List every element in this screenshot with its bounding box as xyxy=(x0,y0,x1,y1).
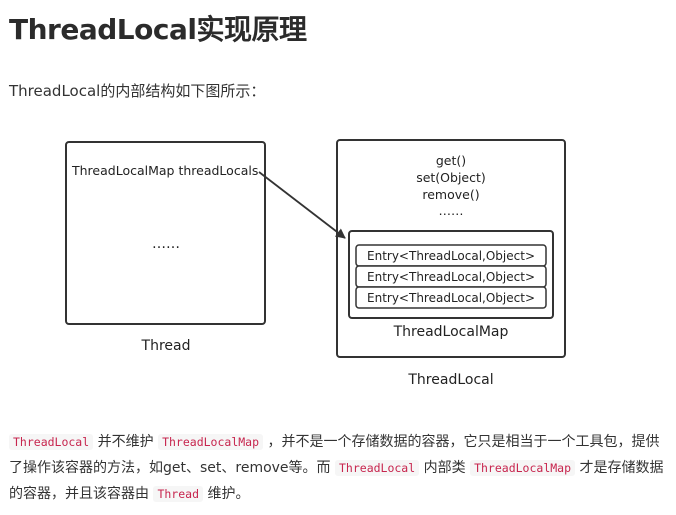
method-ellipsis: …… xyxy=(439,203,464,218)
explanation-paragraph: ThreadLocal 并不维护 ThreadLocalMap ，并不是一个存储… xyxy=(9,429,669,507)
threadlocal-diagram: ThreadLocalMap threadLocals …… Thread ge… xyxy=(65,139,566,388)
inline-code: ThreadLocalMap xyxy=(158,434,264,450)
thread-field-label: ThreadLocalMap threadLocals xyxy=(71,163,258,178)
thread-label: Thread xyxy=(141,338,191,354)
entry-label: Entry<ThreadLocal,Object> xyxy=(367,249,535,263)
method-get: get() xyxy=(436,153,466,168)
reference-arrow xyxy=(258,171,346,239)
paragraph-text: 维护。 xyxy=(203,486,250,502)
threadlocal-label: ThreadLocal xyxy=(407,372,493,388)
entry-label: Entry<ThreadLocal,Object> xyxy=(367,270,535,284)
entry-label: Entry<ThreadLocal,Object> xyxy=(367,291,535,305)
threadlocalmap-label: ThreadLocalMap xyxy=(393,324,509,340)
inline-code: ThreadLocalMap xyxy=(470,460,576,476)
inline-code: Thread xyxy=(153,486,203,502)
inline-code: ThreadLocal xyxy=(9,434,94,450)
method-set: set(Object) xyxy=(416,170,486,185)
thread-ellipsis: …… xyxy=(152,236,180,252)
paragraph-text: 并不维护 xyxy=(93,434,159,450)
inline-code: ThreadLocal xyxy=(335,460,420,476)
paragraph-text: 内部类 xyxy=(419,460,471,476)
method-remove: remove() xyxy=(422,187,479,202)
